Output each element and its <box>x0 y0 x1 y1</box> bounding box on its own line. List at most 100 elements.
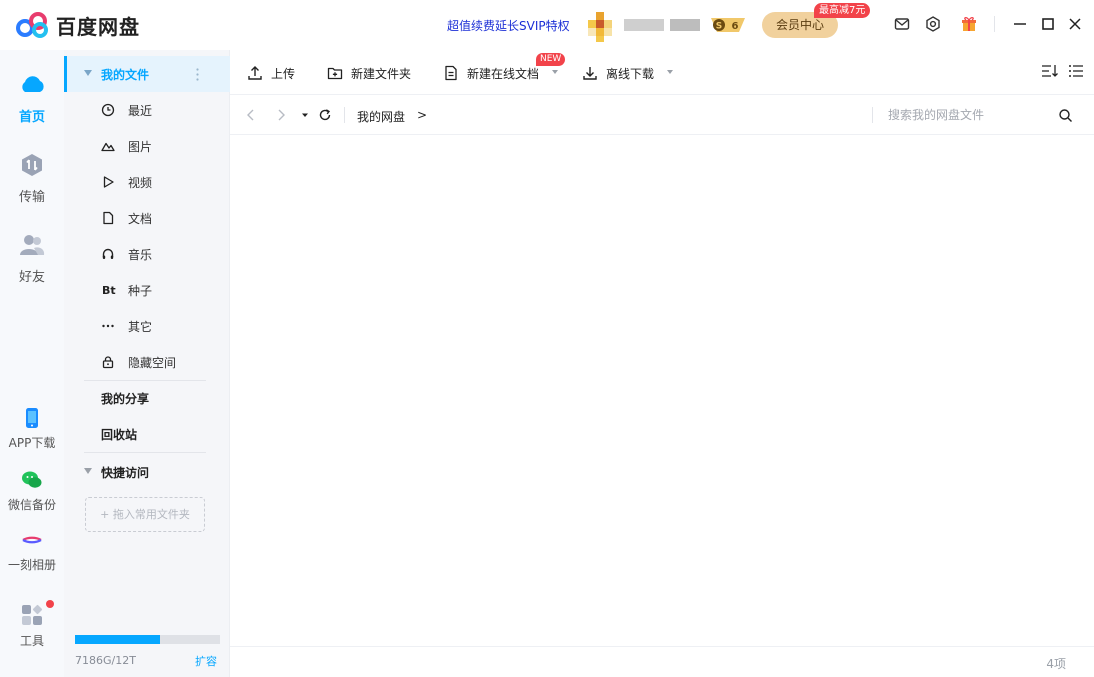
quick-access-dropzone[interactable]: + 拖入常用文件夹 <box>85 497 205 532</box>
rail-item-tools[interactable]: 工具 <box>0 600 64 649</box>
rail-label: 微信备份 <box>7 498 56 512</box>
sidebar-label: 最近 <box>128 103 153 118</box>
expand-storage-link[interactable]: 扩容 <box>195 653 217 669</box>
rail-item-app-download[interactable]: APP下载 <box>0 406 64 451</box>
svg-text:S: S <box>716 22 722 32</box>
sidebar-item-hidden-space[interactable]: 隐藏空间 <box>64 344 230 380</box>
headphones-icon <box>102 248 114 259</box>
app-window: 百度网盘 超值续费延长SVIP特权 S 6 会员中心 最高减7元 首页 传输 好… <box>0 0 1094 677</box>
rail-item-wechat-backup[interactable]: 微信备份 <box>0 468 64 513</box>
clock-icon <box>101 103 115 117</box>
rail-label: 传输 <box>18 190 45 205</box>
titlebar-divider <box>994 16 995 32</box>
file-list-area[interactable] <box>230 136 1094 646</box>
gift-icon[interactable] <box>960 15 978 33</box>
sidebar-label: 文档 <box>128 211 153 226</box>
new-folder-label: 新建文件夹 <box>351 66 412 81</box>
search-input[interactable] <box>888 105 1048 125</box>
lock-icon <box>102 356 114 369</box>
sidebar-item-quick-access[interactable]: 快捷访问 <box>64 454 230 490</box>
sidebar-label: 我的分享 <box>101 391 150 406</box>
more-vertical-icon[interactable] <box>196 68 199 81</box>
new-online-doc-label: 新建在线文档 <box>467 66 540 81</box>
cloud-icon <box>22 76 44 92</box>
user-avatar[interactable] <box>588 12 618 42</box>
refresh-icon[interactable] <box>318 108 332 122</box>
breadcrumb-root[interactable]: 我的网盘 <box>357 108 405 125</box>
upload-label: 上传 <box>271 66 296 81</box>
new-online-doc-button[interactable]: 新建在线文档 <box>443 64 539 82</box>
svg-text:6: 6 <box>732 21 739 32</box>
new-folder-button[interactable]: 新建文件夹 <box>327 64 411 82</box>
search-icon[interactable] <box>1058 108 1073 123</box>
history-dropdown-icon[interactable] <box>298 108 312 122</box>
settings-icon[interactable] <box>924 15 942 33</box>
forward-icon[interactable] <box>274 108 288 122</box>
rail-item-friends[interactable]: 好友 <box>0 230 64 285</box>
offline-download-dropdown-icon[interactable] <box>667 70 673 74</box>
main-panel: 上传 新建文件夹 新建在线文档 NEW 离线下载 我的网盘 > 搜索我的网盘文件… <box>230 50 1094 677</box>
rail-item-album[interactable]: 一刻相册 <box>0 528 64 573</box>
username-masked <box>624 19 664 31</box>
sidebar-divider <box>84 452 206 453</box>
more-dots-icon <box>102 324 114 328</box>
sidebar-label: 隐藏空间 <box>128 355 177 370</box>
sort-icon[interactable] <box>1041 63 1059 79</box>
new-badge: NEW <box>536 53 566 66</box>
sidebar: 我的文件 最近 图片 视频 文档 音乐 Bt 种子 其它 隐藏空间 我的分享 回… <box>64 50 230 677</box>
toolbar: 上传 新建文件夹 新建在线文档 NEW 离线下载 <box>230 50 1094 95</box>
back-icon[interactable] <box>244 108 258 122</box>
transfer-icon <box>22 154 42 176</box>
rail-label: 一刻相册 <box>7 558 56 572</box>
sidebar-label: 我的文件 <box>101 67 150 82</box>
storage-quota-bar <box>75 635 220 644</box>
sidebar-label: 种子 <box>128 283 153 298</box>
mail-icon[interactable] <box>893 15 911 33</box>
list-view-icon[interactable] <box>1068 63 1084 79</box>
breadcrumb-separator[interactable]: > <box>417 108 427 122</box>
picture-icon <box>101 142 115 152</box>
expand-arrow-icon[interactable] <box>84 468 92 474</box>
sidebar-item-recycle-bin[interactable]: 回收站 <box>64 416 230 452</box>
upload-icon <box>248 66 262 80</box>
online-doc-dropdown-icon[interactable] <box>552 70 558 74</box>
rail-label: 好友 <box>18 270 45 285</box>
rail-item-home[interactable]: 首页 <box>0 70 64 125</box>
sidebar-label: 回收站 <box>101 427 138 442</box>
close-icon[interactable] <box>1066 15 1084 33</box>
sidebar-item-other[interactable]: 其它 <box>64 308 230 344</box>
rail-label: 工具 <box>19 634 44 648</box>
address-divider <box>344 107 345 123</box>
baidu-netdisk-logo <box>16 12 48 38</box>
sidebar-item-music[interactable]: 音乐 <box>64 236 230 272</box>
minimize-icon[interactable] <box>1011 15 1029 33</box>
svip-level-badge: S 6 <box>711 18 745 32</box>
expand-arrow-icon[interactable] <box>84 70 92 76</box>
wechat-icon <box>22 471 42 488</box>
bt-icon: Bt <box>102 283 116 297</box>
sidebar-item-my-share[interactable]: 我的分享 <box>64 380 230 416</box>
storage-quota-fill <box>75 635 160 644</box>
rail-item-transfer[interactable]: 传输 <box>0 150 64 205</box>
offline-download-label: 离线下载 <box>606 66 655 81</box>
sidebar-item-videos[interactable]: 视频 <box>64 164 230 200</box>
search-divider <box>872 107 873 123</box>
svip-promo-link[interactable]: 超值续费延长SVIP特权 <box>447 17 570 34</box>
sidebar-item-pictures[interactable]: 图片 <box>64 128 230 164</box>
maximize-icon[interactable] <box>1039 15 1057 33</box>
sidebar-item-recent[interactable]: 最近 <box>64 92 230 128</box>
sidebar-item-torrents[interactable]: Bt 种子 <box>64 272 230 308</box>
title-bar: 百度网盘 超值续费延长SVIP特权 S 6 会员中心 最高减7元 <box>0 0 1094 50</box>
sidebar-item-documents[interactable]: 文档 <box>64 200 230 236</box>
sidebar-label: 快捷访问 <box>101 465 150 480</box>
app-brand: 百度网盘 <box>56 15 140 39</box>
download-icon <box>583 67 597 80</box>
sidebar-item-my-files[interactable]: 我的文件 <box>64 56 230 92</box>
status-bar: 4项 <box>230 646 1094 677</box>
play-icon <box>103 176 114 188</box>
rail-label: APP下载 <box>8 436 56 450</box>
tools-icon <box>22 604 43 625</box>
address-bar: 我的网盘 > <box>230 95 1094 135</box>
upload-button[interactable]: 上传 <box>247 64 295 82</box>
offline-download-button[interactable]: 离线下载 <box>582 64 654 82</box>
